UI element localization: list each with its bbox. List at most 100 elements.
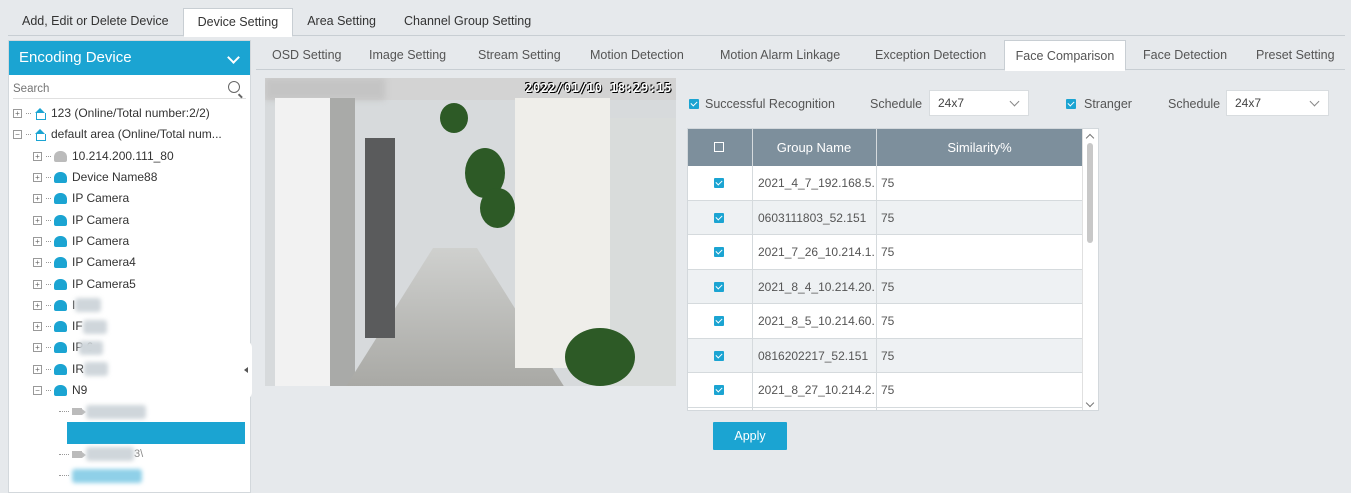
similarity-cell[interactable]: 75 [881, 339, 894, 373]
row-checkbox[interactable] [714, 281, 724, 293]
tree-node-channel[interactable]: 3\ [9, 444, 250, 465]
successful-recognition-option[interactable]: Successful Recognition [689, 92, 835, 116]
search-input[interactable] [13, 79, 246, 99]
table-scrollbar[interactable] [1082, 129, 1098, 410]
tree-node-channel[interactable] [9, 465, 250, 486]
collapse-sidebar-handle[interactable] [242, 340, 252, 400]
expand-icon[interactable]: + [13, 109, 22, 119]
device-icon [54, 172, 67, 184]
tab-image-setting[interactable]: Image Setting [369, 40, 446, 70]
expand-icon[interactable]: + [33, 194, 42, 204]
checkbox-checked-icon[interactable] [689, 99, 699, 109]
tree-node-channel[interactable] [9, 401, 250, 422]
tree-node-label: IP Camera4 [72, 255, 136, 270]
row-checkbox[interactable] [714, 212, 724, 224]
table-row[interactable]: 2021_7_26_10.214.1... 75 [688, 235, 1083, 270]
stranger-option[interactable]: Stranger [1066, 92, 1132, 116]
tree-node-label: default area (Online/Total num... [51, 127, 222, 142]
chevron-down-icon [1309, 96, 1320, 107]
tree-node-label: IF [72, 319, 83, 334]
expand-icon[interactable]: + [33, 364, 42, 374]
tree-node-device[interactable]: + IP Camera5 [9, 273, 250, 294]
expand-icon[interactable]: + [33, 322, 42, 332]
collapse-icon[interactable]: − [33, 386, 42, 395]
expand-icon[interactable]: + [33, 279, 42, 289]
tab-motion-detection[interactable]: Motion Detection [590, 40, 684, 70]
expand-icon[interactable]: + [33, 236, 42, 246]
similarity-cell[interactable]: 75 [881, 235, 894, 269]
device-search [13, 79, 246, 101]
checkbox-checked-icon[interactable] [1066, 99, 1076, 109]
row-checkbox[interactable] [714, 316, 724, 327]
schedule-value: 24x7 [1235, 96, 1262, 110]
row-checkbox[interactable] [714, 385, 724, 396]
tree-node-default-area[interactable]: − default area (Online/Total num... [9, 124, 250, 145]
expand-icon[interactable]: + [33, 258, 42, 268]
similarity-cell[interactable]: 75 [881, 166, 894, 200]
tab-osd-setting[interactable]: OSD Setting [272, 40, 341, 70]
select-all-checkbox[interactable] [714, 142, 724, 153]
table-row[interactable]: 2021_8_27_10.214.2... 75 [688, 373, 1083, 408]
home-icon [34, 108, 46, 121]
expand-icon[interactable]: + [33, 343, 42, 353]
table-row[interactable]: 0816202217_52.151 75 [688, 338, 1083, 373]
face-group-table: Group Name Similarity% 2021_4_7_192.168.… [687, 128, 1099, 411]
tree-node-device[interactable]: + 10.214.200.111_80 [9, 146, 250, 167]
successful-recognition-label: Successful Recognition [705, 97, 835, 111]
scroll-down-icon[interactable] [1085, 398, 1095, 408]
collapse-icon[interactable]: − [13, 130, 22, 140]
tree-node-device[interactable]: + IF [9, 316, 250, 337]
table-row[interactable]: 2021_8_5_10.214.60.... 75 [688, 304, 1083, 339]
tab-preset-setting[interactable]: Preset Setting [1256, 40, 1335, 70]
tree-node-device[interactable]: + IP Camera [9, 231, 250, 252]
encoding-device-dropdown[interactable]: Encoding Device [9, 41, 250, 75]
home-icon [34, 129, 46, 142]
tab-exception-detection[interactable]: Exception Detection [875, 40, 986, 70]
tree-node-device[interactable]: + IP 6 [9, 337, 250, 358]
schedule-select-stranger[interactable]: 24x7 [1226, 90, 1329, 116]
tree-node-device[interactable]: + Device Name88 [9, 167, 250, 188]
tab-area-setting[interactable]: Area Setting [293, 8, 390, 36]
expand-icon[interactable]: + [33, 173, 42, 183]
expand-icon[interactable]: + [33, 215, 42, 225]
table-row[interactable]: 2021_4_7_192.168.5... 75 [688, 166, 1083, 201]
tab-stream-setting[interactable]: Stream Setting [478, 40, 561, 70]
table-row[interactable]: 2021_8_4_10.214.20... 75 [688, 269, 1083, 304]
tree-node-device[interactable]: + IP Camera [9, 188, 250, 209]
tree-node-device[interactable]: + IR [9, 359, 250, 380]
tab-face-comparison[interactable]: Face Comparison [1004, 40, 1126, 71]
scrollbar-thumb[interactable] [1087, 143, 1093, 243]
schedule-select-recognition[interactable]: 24x7 [929, 90, 1029, 116]
tree-node-device[interactable]: + I [9, 295, 250, 316]
expand-icon[interactable]: + [33, 151, 42, 161]
table-row[interactable]: 0603111803_52.151 75 [688, 200, 1083, 235]
device-tree: + 123 (Online/Total number:2/2) − defaul… [9, 103, 250, 486]
tree-node-device-n9[interactable]: − N9 [9, 380, 250, 401]
search-icon[interactable] [228, 81, 240, 93]
tree-node-device[interactable]: + IP Camera [9, 209, 250, 230]
tab-device-setting[interactable]: Device Setting [182, 8, 294, 37]
tab-add-edit-delete-device[interactable]: Add, Edit or Delete Device [8, 8, 183, 36]
tree-node-device[interactable]: + IP Camera4 [9, 252, 250, 273]
row-checkbox[interactable] [714, 247, 724, 258]
tab-channel-group-setting[interactable]: Channel Group Setting [390, 8, 545, 36]
device-offline-icon [54, 150, 67, 162]
expand-icon[interactable]: + [33, 300, 42, 310]
tab-face-detection[interactable]: Face Detection [1143, 40, 1227, 70]
tree-node-label: IR [72, 361, 84, 376]
row-checkbox[interactable] [714, 350, 724, 362]
apply-button[interactable]: Apply [713, 422, 787, 450]
similarity-cell[interactable]: 75 [881, 304, 894, 338]
tab-motion-alarm-linkage[interactable]: Motion Alarm Linkage [720, 40, 840, 70]
similarity-cell[interactable]: 75 [881, 270, 894, 304]
osd-timestamp: 2022/01/10 18:29:15 [525, 81, 672, 95]
row-checkbox[interactable] [714, 178, 724, 189]
similarity-cell[interactable]: 75 [881, 373, 894, 407]
scroll-up-icon[interactable] [1085, 133, 1095, 143]
tree-node-area-123[interactable]: + 123 (Online/Total number:2/2) [9, 103, 250, 124]
device-tree-panel: Encoding Device + 123 (Online/Total numb… [8, 40, 251, 493]
similarity-cell[interactable]: 75 [881, 201, 894, 235]
device-icon [54, 342, 67, 354]
tree-node-channel-selected[interactable] [9, 422, 250, 445]
redacted-text [79, 340, 104, 355]
